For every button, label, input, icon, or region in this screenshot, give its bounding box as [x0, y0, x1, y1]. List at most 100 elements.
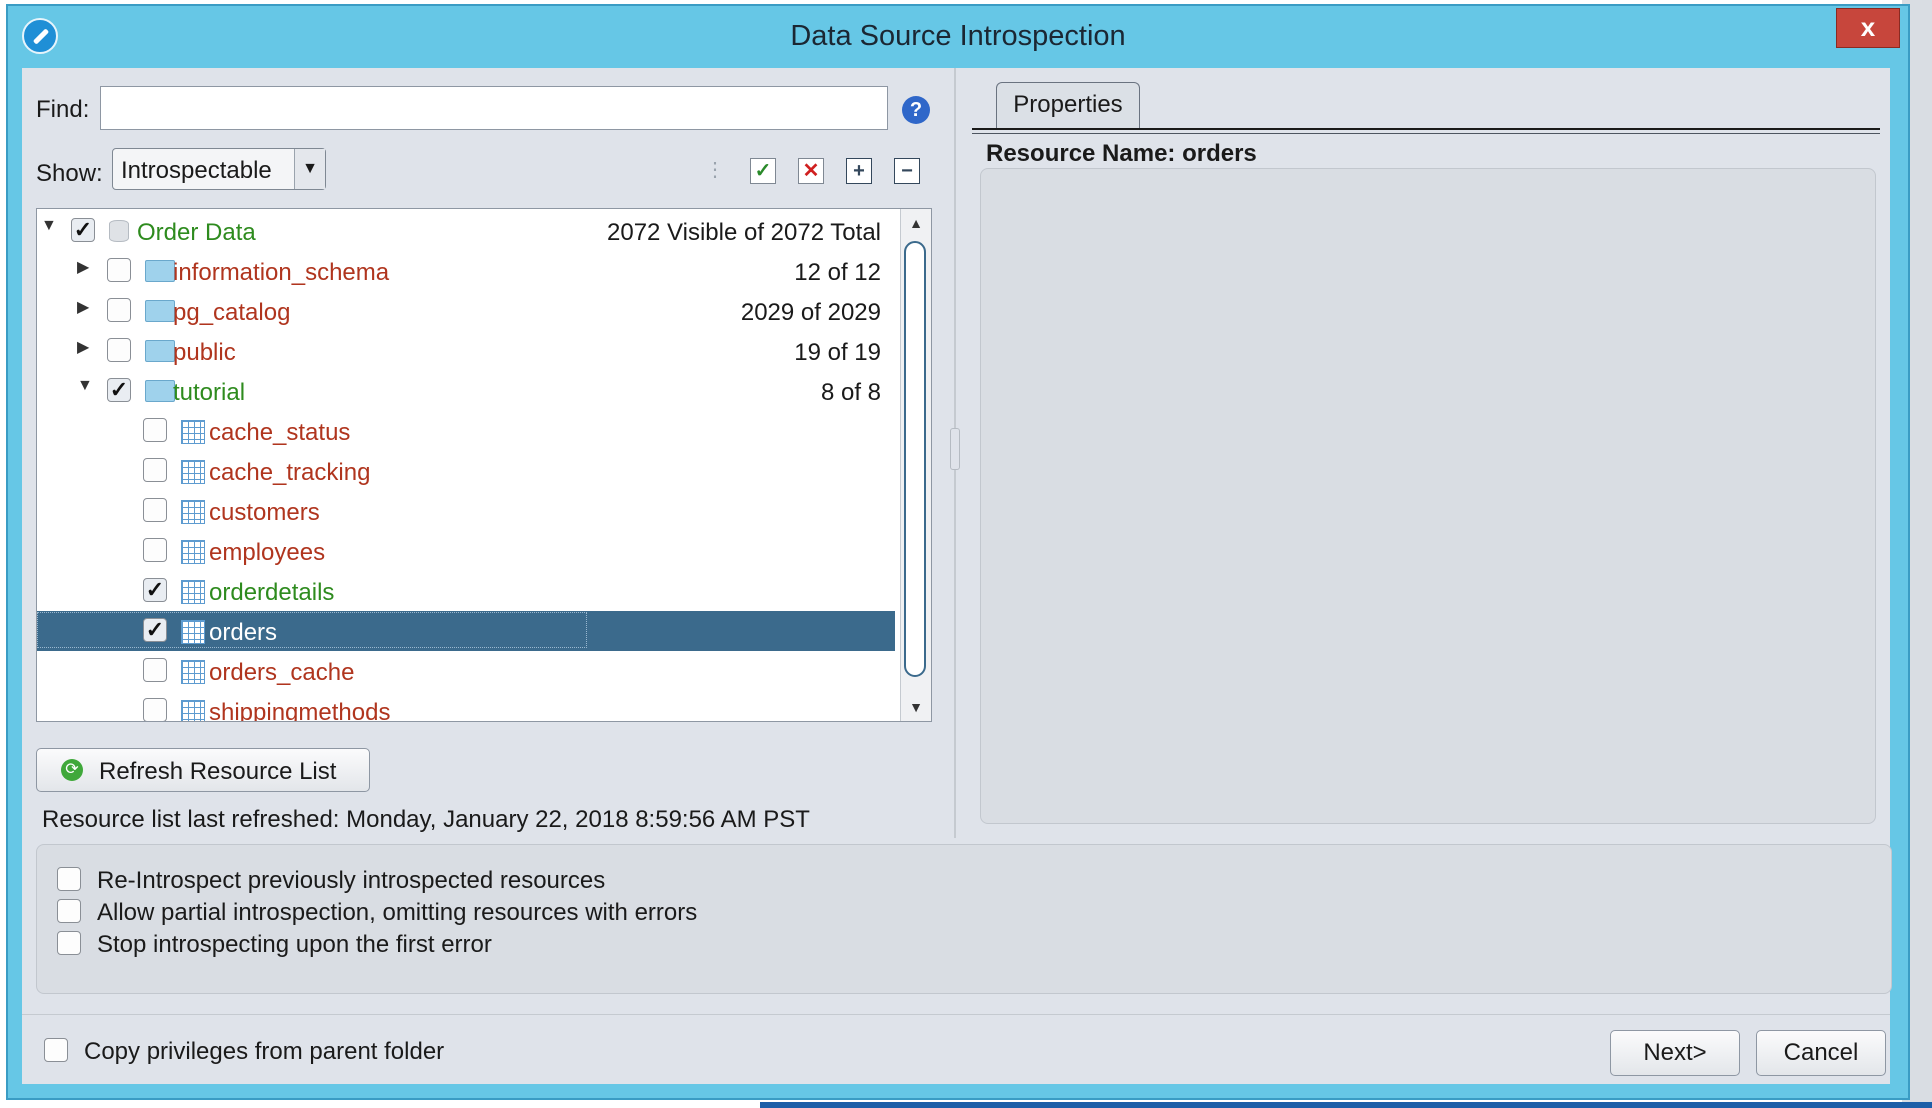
folder-icon: [145, 380, 175, 402]
tree-item-label: employees: [209, 539, 326, 566]
tree-row[interactable]: ▶ information_schema 12 of 12: [37, 251, 895, 291]
tree-item-count: 19 of 19: [794, 339, 881, 366]
resource-name-heading: Resource Name: orders: [986, 140, 1257, 167]
option-checkbox[interactable]: [57, 867, 81, 891]
scroll-down-icon[interactable]: ▼: [901, 693, 931, 721]
window-title: Data Source Introspection: [790, 20, 1126, 52]
find-input[interactable]: [100, 86, 888, 130]
scrollbar-thumb[interactable]: [904, 241, 926, 677]
properties-pane: Properties Resource Name: orders: [972, 68, 1890, 830]
expand-all-icon[interactable]: +: [846, 158, 872, 184]
folder-icon: [145, 260, 175, 282]
tree-row[interactable]: customers: [37, 491, 895, 531]
tree-row[interactable]: shippingmethods: [37, 691, 895, 722]
tree-item-count: 2029 of 2029: [740, 299, 881, 326]
tree-row[interactable]: employees: [37, 531, 895, 571]
collapse-all-icon[interactable]: −: [894, 158, 920, 184]
table-icon: [181, 420, 205, 444]
tree-item-label: cache_tracking: [209, 459, 371, 486]
tree-item-count: 2072 Visible of 2072 Total: [607, 219, 881, 246]
tree-item-label: Order Data: [137, 219, 256, 246]
option-checkbox[interactable]: [57, 899, 81, 923]
expanded-toggle-icon[interactable]: ▼: [77, 377, 93, 395]
tree-item-label: information_schema: [173, 259, 390, 286]
scroll-up-icon[interactable]: ▲: [901, 209, 931, 237]
tree-checkbox[interactable]: [143, 658, 167, 682]
last-refreshed-text: Resource list last refreshed: Monday, Ja…: [42, 806, 810, 833]
tab-properties[interactable]: Properties: [996, 82, 1140, 128]
copy-privileges-checkbox[interactable]: [44, 1038, 68, 1062]
title-bar: Data Source Introspection x: [8, 6, 1908, 68]
tree-checkbox[interactable]: ✓: [107, 378, 131, 402]
table-icon: [181, 460, 205, 484]
show-filter-select[interactable]: Introspectable ▼: [112, 148, 326, 190]
collapsed-toggle-icon[interactable]: ▶: [77, 257, 89, 277]
refresh-resource-list-button[interactable]: ⟳ Refresh Resource List: [36, 748, 370, 792]
expanded-toggle-icon[interactable]: ▼: [41, 217, 57, 235]
folder-icon: [145, 300, 175, 322]
tree-row[interactable]: cache_tracking: [37, 451, 895, 491]
tree-item-label: cache_status: [209, 419, 351, 446]
option-label: Re-Introspect previously introspected re…: [97, 867, 606, 894]
tree-checkbox[interactable]: [107, 338, 131, 362]
tree-item-label: customers: [209, 499, 320, 526]
show-filter-value: Introspectable: [121, 157, 272, 184]
select-all-icon[interactable]: ✓: [750, 158, 776, 184]
tree-row[interactable]: ▶ public 19 of 19: [37, 331, 895, 371]
tree-row[interactable]: ▼ ✓ tutorial 8 of 8: [37, 371, 895, 411]
tree-row[interactable]: ✓ orders: [37, 611, 895, 651]
tree-checkbox[interactable]: ✓: [143, 578, 167, 602]
tree-checkbox[interactable]: [143, 498, 167, 522]
help-icon[interactable]: ?: [902, 96, 930, 124]
tree-item-label: orderdetails: [209, 579, 335, 606]
table-icon: [181, 580, 205, 604]
tree-checkbox[interactable]: [107, 258, 131, 282]
tree-checkbox[interactable]: [107, 298, 131, 322]
option-checkbox[interactable]: [57, 931, 81, 955]
option-label: Allow partial introspection, omitting re…: [97, 899, 698, 926]
tree-layout-icon[interactable]: ⋮: [702, 158, 728, 184]
tree-item-label: public: [173, 339, 236, 366]
pane-splitter[interactable]: [944, 68, 966, 838]
tree-item-count: 12 of 12: [794, 259, 881, 286]
tree-row[interactable]: orders_cache: [37, 651, 895, 691]
database-icon: [109, 220, 129, 242]
tree-checkbox[interactable]: [143, 458, 167, 482]
tree-scrollbar[interactable]: ▲ ▼: [900, 209, 931, 721]
table-icon: [181, 700, 205, 721]
option-label: Stop introspecting upon the first error: [97, 931, 492, 958]
desktop-taskbar-edge: [760, 1102, 1932, 1108]
tree-checkbox[interactable]: [143, 538, 167, 562]
tree-item-label: orders_cache: [209, 659, 355, 686]
tree-checkbox[interactable]: ✓: [143, 618, 167, 642]
tree-item-count: 8 of 8: [820, 379, 881, 406]
chevron-down-icon[interactable]: ▼: [294, 149, 325, 189]
tree-checkbox[interactable]: [143, 418, 167, 442]
collapsed-toggle-icon[interactable]: ▶: [77, 337, 89, 357]
tree-row[interactable]: cache_status: [37, 411, 895, 451]
introspection-dialog: Data Source Introspection x Find: ? Show…: [6, 4, 1910, 1100]
tree-item-label: shippingmethods: [209, 699, 391, 722]
next-button[interactable]: Next>: [1610, 1030, 1740, 1076]
show-label: Show:: [36, 160, 103, 187]
tree-row[interactable]: ▼ ✓ Order Data 2072 Visible of 2072 Total: [37, 211, 895, 251]
splitter-grip-icon[interactable]: [950, 428, 960, 470]
tree-checkbox[interactable]: [143, 698, 167, 721]
folder-icon: [145, 340, 175, 362]
resource-tree[interactable]: ▼ ✓ Order Data 2072 Visible of 2072 Total ▶ i…: [36, 208, 932, 722]
collapsed-toggle-icon[interactable]: ▶: [77, 297, 89, 317]
table-icon: [181, 660, 205, 684]
tree-checkbox[interactable]: ✓: [71, 218, 95, 242]
footer-divider: [22, 1014, 1890, 1015]
tree-row[interactable]: ✓ orderdetails: [37, 571, 895, 611]
copy-privileges-label: Copy privileges from parent folder: [84, 1038, 445, 1065]
table-icon: [181, 620, 205, 644]
close-button[interactable]: x: [1836, 8, 1900, 48]
table-icon: [181, 540, 205, 564]
resource-tree-pane: Find: ? Show: Introspectable ▼ ⋮ ✓ ✕ + −…: [22, 68, 936, 833]
tree-item-label: orders: [209, 619, 278, 646]
deselect-all-icon[interactable]: ✕: [798, 158, 824, 184]
tree-row[interactable]: ▶ pg_catalog 2029 of 2029: [37, 291, 895, 331]
cancel-button[interactable]: Cancel: [1756, 1030, 1886, 1076]
refresh-button-label: Refresh Resource List: [99, 758, 337, 785]
